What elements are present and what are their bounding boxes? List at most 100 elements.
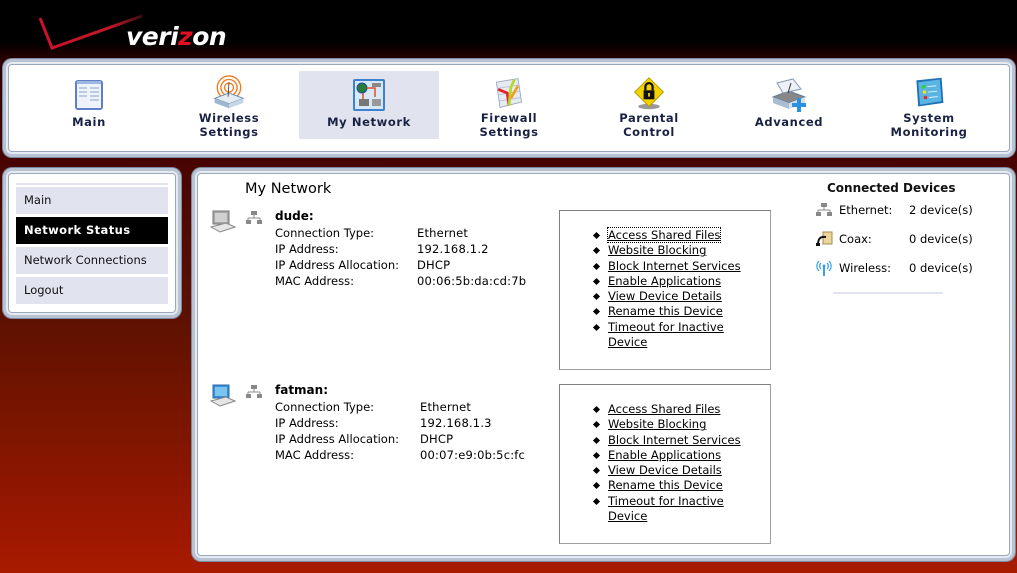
device-count: 2 device(s): [909, 202, 973, 217]
nav-label: Control: [623, 125, 675, 139]
nav-label: Firewall: [480, 111, 538, 125]
connected-devices-row: Coax: 0 device(s): [815, 224, 1015, 253]
connected-devices-row: Ethernet: 2 device(s): [815, 195, 1015, 224]
connection-label: Ethernet:: [839, 202, 893, 217]
mac-address-value: 00:07:e9:0b:5c:fc: [420, 448, 526, 462]
ip-allocation-value: DHCP: [417, 258, 451, 272]
nav-wireless-settings[interactable]: Wireless Settings: [159, 71, 299, 139]
field-label: MAC Address:: [275, 274, 354, 288]
view-device-details-link[interactable]: View Device Details: [608, 463, 722, 477]
view-device-details-link[interactable]: View Device Details: [608, 289, 722, 303]
nav-label: Main: [72, 115, 106, 129]
field-label: IP Address:: [275, 242, 339, 256]
field-label: IP Address Allocation:: [275, 432, 400, 446]
block-internet-services-link[interactable]: Block Internet Services: [608, 259, 741, 273]
nav-label: Settings: [199, 125, 259, 139]
nav-system-monitoring[interactable]: System Monitoring: [859, 71, 999, 139]
website-blocking-link[interactable]: Website Blocking: [608, 243, 706, 257]
connection-type-value: Ethernet: [420, 400, 472, 414]
device-actions-box: Access Shared Files Website Blocking Blo…: [559, 210, 771, 370]
main-panel: My Network dude: Connection Type: Etherne…: [192, 168, 1015, 561]
device-count: 0 device(s): [909, 231, 973, 246]
connected-devices-row: Wireless: 0 device(s): [815, 253, 1015, 282]
firewall-icon: [495, 78, 523, 108]
action-item: Rename this Device: [594, 304, 770, 319]
connection-type-value: Ethernet: [417, 226, 469, 240]
nav-label: My Network: [327, 115, 411, 129]
timeout-inactive-device-link[interactable]: Timeout for Inactive Device: [608, 494, 724, 523]
ethernet-icon: [246, 211, 262, 224]
nav-firewall-settings[interactable]: Firewall Settings: [439, 71, 579, 139]
connected-devices-panel: Connected Devices Ethernet: 2 device(s) …: [815, 181, 1015, 294]
action-item: Access Shared Files: [594, 402, 770, 417]
connection-label: Coax:: [839, 231, 872, 246]
action-item: Rename this Device: [594, 478, 770, 493]
computer-gray-icon: [210, 210, 236, 233]
action-item: Block Internet Services: [594, 259, 770, 274]
field-label: MAC Address:: [275, 448, 354, 462]
action-item: Access Shared Files: [594, 227, 770, 243]
connection-label: Wireless:: [839, 260, 891, 275]
nav-label: Wireless: [198, 111, 260, 125]
nav-my-network[interactable]: My Network: [299, 71, 439, 139]
action-item: Block Internet Services: [594, 433, 770, 448]
sidebar-item-main[interactable]: Main: [16, 187, 168, 214]
sidebar-item-network-connections[interactable]: Network Connections: [16, 247, 168, 274]
sidebar: Main Network Status Network Connections …: [3, 168, 181, 318]
website-blocking-link[interactable]: Website Blocking: [608, 417, 706, 431]
my-network-icon: [353, 79, 385, 111]
sidebar-divider: [16, 183, 168, 185]
ip-address-value: 192.168.1.3: [420, 416, 492, 430]
main-dashboard-icon: [75, 80, 103, 110]
action-item: View Device Details: [594, 289, 770, 304]
enable-applications-link[interactable]: Enable Applications: [608, 274, 721, 288]
advanced-router-icon: [771, 78, 807, 112]
mac-address-value: 00:06:5b:da:cd:7b: [417, 274, 527, 288]
ethernet-icon: [816, 202, 832, 216]
device-count: 0 device(s): [909, 260, 973, 275]
nav-main[interactable]: Main: [19, 71, 159, 139]
device-name: fatman:: [275, 383, 328, 397]
coax-icon: [816, 231, 833, 246]
field-label: Connection Type:: [275, 226, 375, 240]
device-name: dude:: [275, 209, 314, 223]
action-item: Enable Applications: [594, 448, 770, 463]
ethernet-icon: [246, 385, 262, 398]
system-monitor-icon: [916, 77, 944, 107]
ip-address-value: 192.168.1.2: [417, 242, 489, 256]
field-label: IP Address:: [275, 416, 339, 430]
device-actions-box: Access Shared Files Website Blocking Blo…: [559, 384, 771, 544]
computer-blue-icon: [210, 384, 236, 407]
sidebar-item-network-status[interactable]: Network Status: [16, 217, 168, 244]
field-label: Connection Type:: [275, 400, 375, 414]
action-item: Enable Applications: [594, 274, 770, 289]
nav-label: System: [903, 111, 955, 125]
nav-parental-control[interactable]: Parental Control: [579, 71, 719, 139]
action-item: Timeout for Inactive Device: [594, 494, 738, 525]
nav-label: Monitoring: [890, 125, 968, 139]
nav-advanced[interactable]: Advanced: [719, 71, 859, 139]
ip-allocation-value: DHCP: [420, 432, 454, 446]
sidebar-item-logout[interactable]: Logout: [16, 277, 168, 304]
rename-device-link[interactable]: Rename this Device: [608, 478, 723, 492]
parental-lock-icon: [633, 77, 665, 110]
access-shared-files-link[interactable]: Access Shared Files: [606, 227, 722, 243]
enable-applications-link[interactable]: Enable Applications: [608, 448, 721, 462]
action-item: Website Blocking: [594, 243, 770, 258]
wireless-router-icon: [213, 75, 245, 109]
connected-devices-title: Connected Devices: [827, 181, 956, 195]
logo-text: verizon: [126, 22, 227, 51]
wireless-icon: [816, 260, 832, 276]
action-item: Website Blocking: [594, 417, 770, 432]
access-shared-files-link[interactable]: Access Shared Files: [608, 402, 720, 416]
action-item: Timeout for Inactive Device: [594, 320, 738, 351]
nav-label: Advanced: [754, 115, 824, 129]
timeout-inactive-device-link[interactable]: Timeout for Inactive Device: [608, 320, 724, 349]
connected-devices-divider: [833, 292, 943, 294]
top-navigation: Main Wireless Settings My Network Firewa…: [3, 59, 1015, 157]
block-internet-services-link[interactable]: Block Internet Services: [608, 433, 741, 447]
field-label: IP Address Allocation:: [275, 258, 400, 272]
rename-device-link[interactable]: Rename this Device: [608, 304, 723, 318]
action-item: View Device Details: [594, 463, 770, 478]
nav-label: Parental: [619, 111, 679, 125]
